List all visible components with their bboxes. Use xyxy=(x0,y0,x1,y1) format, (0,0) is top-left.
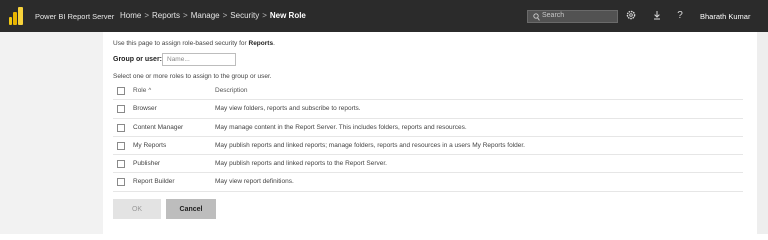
role-description: May publish reports and linked reports t… xyxy=(215,160,387,168)
download-icon[interactable] xyxy=(651,10,663,22)
breadcrumb-reports[interactable]: Reports xyxy=(152,11,180,20)
role-checkbox[interactable] xyxy=(117,105,125,114)
sort-ascending-icon[interactable]: ^ xyxy=(148,88,151,94)
breadcrumb-current: New Role xyxy=(269,11,306,20)
table-row[interactable]: Publisher May publish reports and linked… xyxy=(113,155,743,174)
breadcrumb: Home > Reports > Manage > Security > New Role xyxy=(120,11,306,20)
user-name[interactable]: Bharath Kumar xyxy=(700,12,750,21)
page-intro: Use this page to assign role-based secur… xyxy=(113,40,275,47)
group-or-user-label: Group or user: xyxy=(113,56,163,63)
ok-button[interactable]: OK xyxy=(113,199,161,219)
search-box[interactable]: Search xyxy=(527,10,618,23)
select-all-checkbox[interactable] xyxy=(117,87,125,95)
description-column-header: Description xyxy=(215,87,248,94)
role-description: May manage content in the Report Server.… xyxy=(215,123,467,131)
table-row[interactable]: Report Builder May view report definitio… xyxy=(113,173,743,192)
breadcrumb-manage[interactable]: Manage xyxy=(191,11,220,20)
chevron-right-icon: > xyxy=(222,11,228,20)
role-description: May view folders, reports and subscribe … xyxy=(215,105,361,113)
top-bar: Power BI Report Server Home > Reports > Mana… xyxy=(0,0,768,32)
table-row[interactable]: Content Manager May manage content in th… xyxy=(113,119,743,137)
chevron-right-icon: > xyxy=(262,11,267,20)
search-icon xyxy=(533,13,540,21)
chevron-right-icon: > xyxy=(144,11,150,20)
role-column-header[interactable]: Role ^ xyxy=(133,87,151,94)
table-row[interactable]: My Reports May publish reports and linke… xyxy=(113,137,743,156)
role-description: May view report definitions. xyxy=(215,178,294,186)
cancel-button[interactable]: Cancel xyxy=(166,199,216,219)
select-roles-hint: Select one or more roles to assign to th… xyxy=(113,73,272,80)
role-name: My Reports xyxy=(133,141,167,149)
role-name: Publisher xyxy=(133,160,161,168)
role-checkbox[interactable] xyxy=(117,123,125,132)
breadcrumb-security[interactable]: Security xyxy=(230,11,259,20)
intro-text: Use this page to assign role-based secur… xyxy=(113,40,247,47)
breadcrumb-home[interactable]: Home xyxy=(120,11,141,20)
role-header-label: Role xyxy=(133,87,147,94)
search-placeholder: Search xyxy=(542,12,565,19)
role-checkbox[interactable] xyxy=(117,178,125,187)
table-header-row: Role ^ Description xyxy=(113,82,743,101)
role-name: Report Builder xyxy=(133,178,175,186)
right-gutter xyxy=(757,32,768,234)
intro-target: Reports xyxy=(248,40,274,47)
chevron-right-icon: > xyxy=(183,11,188,20)
role-name: Browser xyxy=(133,105,157,113)
help-icon[interactable]: ? xyxy=(674,10,686,22)
power-bi-logo-icon[interactable] xyxy=(9,7,23,25)
role-description: May publish reports and linked reports; … xyxy=(215,141,525,149)
role-checkbox[interactable] xyxy=(117,141,125,150)
app-name[interactable]: Power BI Report Server xyxy=(35,12,114,21)
role-name: Content Manager xyxy=(133,123,184,131)
settings-icon[interactable] xyxy=(625,10,637,22)
roles-table: Role ^ Description Browser May view folde… xyxy=(113,82,743,192)
left-sidebar xyxy=(0,32,103,234)
role-checkbox[interactable] xyxy=(117,160,125,169)
group-or-user-input[interactable] xyxy=(162,53,236,66)
table-row[interactable]: Browser May view folders, reports and su… xyxy=(113,100,743,119)
intro-period: . xyxy=(273,40,275,47)
